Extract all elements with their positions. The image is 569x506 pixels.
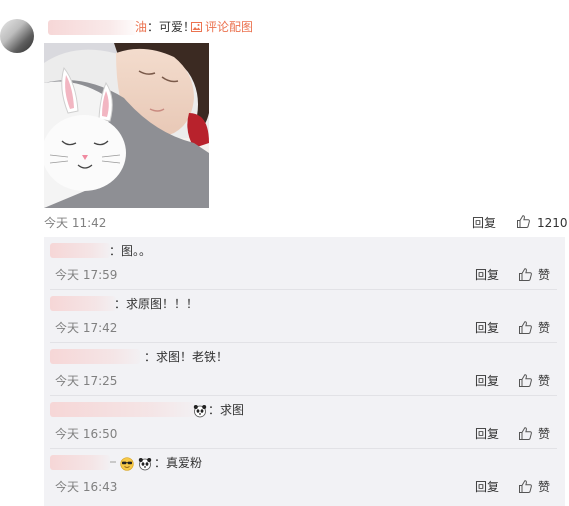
picture-icon bbox=[191, 22, 202, 32]
like-icon[interactable] bbox=[518, 373, 533, 388]
reply-text: ：真爱粉 bbox=[154, 456, 203, 470]
like-count[interactable]: 1210 bbox=[537, 215, 568, 231]
reply-button[interactable]: 回复 bbox=[475, 267, 499, 283]
like-icon[interactable] bbox=[518, 479, 533, 494]
reply-button[interactable]: 回复 bbox=[472, 215, 496, 231]
username-underscore bbox=[110, 461, 116, 463]
reply-time: 今天 17:42 bbox=[55, 321, 118, 335]
cool-face-emoji-icon bbox=[120, 457, 134, 471]
reply-item: ：求图！老铁！ 今天 17:25 回复 赞 bbox=[44, 343, 565, 396]
reply-item: ：求原图！！！ 今天 17:42 回复 赞 bbox=[44, 290, 565, 343]
reply-time: 今天 16:50 bbox=[55, 427, 118, 441]
reply-text: ：求图 bbox=[208, 403, 245, 417]
blurred-username[interactable] bbox=[50, 296, 116, 311]
reply-time: 今天 17:25 bbox=[55, 374, 118, 388]
blurred-username[interactable] bbox=[50, 402, 195, 417]
like-button[interactable]: 赞 bbox=[538, 320, 550, 336]
like-icon[interactable] bbox=[518, 267, 533, 282]
reply-button[interactable]: 回复 bbox=[475, 373, 499, 389]
comment-pic-link[interactable]: 评论配图 bbox=[191, 19, 253, 35]
like-icon[interactable] bbox=[518, 426, 533, 441]
like-button[interactable]: 赞 bbox=[538, 373, 550, 389]
reply-time: 今天 16:43 bbox=[55, 480, 118, 494]
reply-item: ：图。。 今天 17:59 回复 赞 bbox=[44, 237, 565, 290]
reply-text: ：求原图！！！ bbox=[114, 297, 199, 311]
reply-item: ：真爱粉 今天 16:43 回复 赞 bbox=[44, 449, 565, 502]
blurred-username[interactable] bbox=[50, 243, 110, 258]
like-button[interactable]: 赞 bbox=[538, 426, 550, 442]
blurred-username[interactable] bbox=[50, 349, 140, 364]
comment-image[interactable] bbox=[44, 43, 209, 208]
comment-time: 今天 11:42 bbox=[44, 216, 107, 230]
reply-button[interactable]: 回复 bbox=[475, 426, 499, 442]
panda-emoji-icon bbox=[138, 458, 152, 471]
reply-text: ：图。。 bbox=[109, 244, 152, 258]
child-with-bunny-shirt-image bbox=[44, 43, 209, 208]
like-icon[interactable] bbox=[516, 214, 531, 229]
reply-time: 今天 17:59 bbox=[55, 268, 118, 282]
comment-pic-label: 评论配图 bbox=[205, 20, 254, 34]
blurred-username[interactable] bbox=[50, 455, 110, 470]
blurred-username[interactable] bbox=[48, 20, 136, 35]
reply-text: ：求图！老铁！ bbox=[144, 350, 229, 364]
like-button[interactable]: 赞 bbox=[538, 267, 550, 283]
avatar[interactable] bbox=[0, 19, 34, 53]
replies-panel: ：图。。 今天 17:59 回复 赞 ：求原图！！！ 今天 17:42 回复 赞… bbox=[44, 237, 565, 506]
panda-emoji-icon bbox=[193, 405, 207, 418]
reply-button[interactable]: 回复 bbox=[475, 320, 499, 336]
username-tail[interactable]: 油 bbox=[135, 20, 147, 34]
comment-body: ：可爱！ bbox=[147, 20, 196, 34]
reply-item: ：求图 今天 16:50 回复 赞 bbox=[44, 396, 565, 449]
comment-text: 油：可爱！ bbox=[135, 19, 195, 35]
like-icon[interactable] bbox=[518, 320, 533, 335]
reply-button[interactable]: 回复 bbox=[475, 479, 499, 495]
like-button[interactable]: 赞 bbox=[538, 479, 550, 495]
